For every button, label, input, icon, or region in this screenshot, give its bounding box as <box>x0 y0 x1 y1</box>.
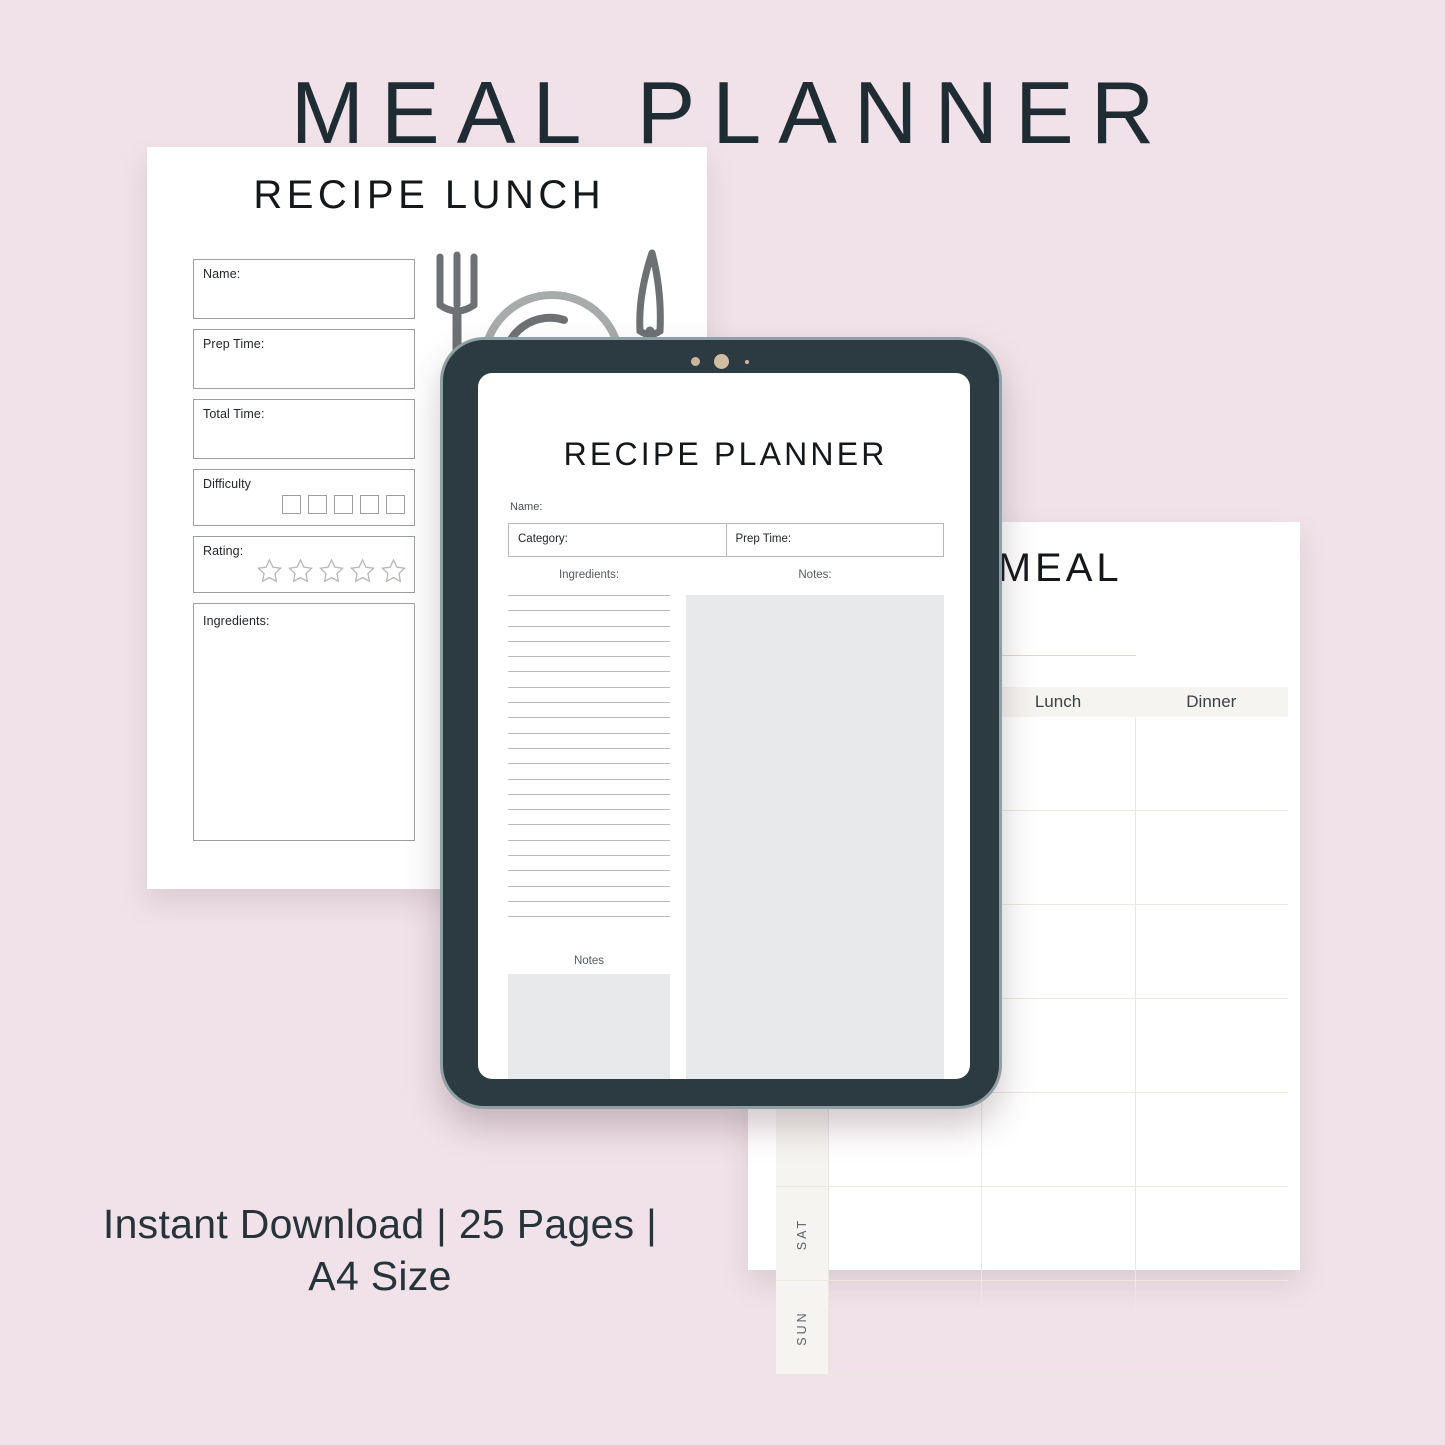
tablet-bezel: RECIPE PLANNER Name: Category: Prep Time… <box>440 337 1002 1109</box>
table-cell[interactable] <box>982 1281 1136 1374</box>
planner-category-prep-row: Category: Prep Time: <box>508 523 944 557</box>
difficulty-field[interactable]: Difficulty <box>193 469 415 526</box>
table-cell[interactable] <box>1136 1187 1288 1280</box>
planner-category-field[interactable]: Category: <box>509 524 727 556</box>
ingredient-line[interactable] <box>508 656 670 658</box>
name-field-label: Name: <box>203 267 241 281</box>
column-header-dinner: Dinner <box>1186 692 1237 711</box>
day-label-cell-sat: SAT <box>776 1187 829 1280</box>
difficulty-checkbox[interactable] <box>308 495 327 514</box>
planner-category-label: Category: <box>518 533 568 545</box>
ingredient-line[interactable] <box>508 717 670 719</box>
difficulty-checkbox[interactable] <box>360 495 379 514</box>
planner-prep-time-field[interactable]: Prep Time: <box>727 524 944 556</box>
planner-ingredients-label: Ingredients: <box>558 569 620 581</box>
planner-name-label: Name: <box>510 501 543 513</box>
ingredient-line[interactable] <box>508 793 670 795</box>
planner-notes-small-label: Notes <box>573 955 605 967</box>
ingredient-line[interactable] <box>508 885 670 887</box>
poster-canvas: MEAL PLANNER RECIPE LUNCH Name: Prep Tim… <box>0 0 1445 1445</box>
ingredient-line[interactable] <box>508 778 670 780</box>
table-cell[interactable] <box>982 905 1136 998</box>
ingredients-field-label: Ingredients: <box>203 614 270 628</box>
ingredient-line[interactable] <box>508 640 670 642</box>
difficulty-checkbox[interactable] <box>282 495 301 514</box>
column-header-lunch: Lunch <box>1034 692 1082 711</box>
table-cell[interactable] <box>1136 717 1288 810</box>
table-row: SUN <box>776 1281 1288 1375</box>
table-cell[interactable] <box>829 1187 983 1280</box>
recipe-lunch-fields: Name: Prep Time: Total Time: Difficulty <box>193 259 415 851</box>
ingredient-line[interactable] <box>508 870 670 872</box>
planner-prep-time-label: Prep Time: <box>735 533 792 545</box>
ingredient-line[interactable] <box>508 809 670 811</box>
name-field[interactable]: Name: <box>193 259 415 319</box>
tablet-sensor-cluster <box>691 354 751 369</box>
planner-notes-label: Notes: <box>798 569 832 581</box>
star-icon[interactable] <box>317 557 346 585</box>
table-cell[interactable] <box>1136 999 1288 1092</box>
rating-star-group[interactable] <box>255 557 408 585</box>
footer-caption-line2: A4 Size <box>308 1253 452 1300</box>
planner-notes-small-box[interactable] <box>508 974 670 1079</box>
planner-notes-big-box[interactable] <box>686 595 944 1079</box>
ingredient-line[interactable] <box>508 900 670 902</box>
tablet-device: RECIPE PLANNER Name: Category: Prep Time… <box>440 337 1002 1109</box>
table-cell[interactable] <box>982 1093 1136 1186</box>
footer-caption: Instant Download | 25 Pages | A4 Size <box>60 1198 700 1303</box>
planner-ingredient-lines[interactable] <box>508 595 670 932</box>
star-icon[interactable] <box>379 557 408 585</box>
prep-time-field[interactable]: Prep Time: <box>193 329 415 389</box>
table-cell[interactable] <box>1136 1281 1288 1374</box>
ingredient-line[interactable] <box>508 686 670 688</box>
total-time-field[interactable]: Total Time: <box>193 399 415 459</box>
day-label-sun: SUN <box>795 1309 809 1346</box>
table-cell[interactable] <box>1136 811 1288 904</box>
table-cell[interactable] <box>982 1187 1136 1280</box>
table-cell[interactable] <box>982 811 1136 904</box>
table-row: SAT <box>776 1187 1288 1281</box>
recipe-planner-title: RECIPE PLANNER <box>563 436 888 472</box>
ingredient-line[interactable] <box>508 855 670 857</box>
ingredient-line[interactable] <box>508 610 670 612</box>
day-label-cell-sun: SUN <box>776 1281 829 1374</box>
ingredient-line[interactable] <box>508 824 670 826</box>
table-cell[interactable] <box>1136 905 1288 998</box>
difficulty-checkbox[interactable] <box>386 495 405 514</box>
ingredient-line[interactable] <box>508 916 670 918</box>
ingredient-line[interactable] <box>508 671 670 673</box>
ingredient-line[interactable] <box>508 747 670 749</box>
ingredient-line[interactable] <box>508 595 670 596</box>
prep-time-field-label: Prep Time: <box>203 337 265 351</box>
ingredients-field[interactable]: Ingredients: <box>193 603 415 841</box>
difficulty-field-label: Difficulty <box>203 477 252 491</box>
rating-field-label: Rating: <box>203 544 244 558</box>
star-icon[interactable] <box>348 557 377 585</box>
table-cell[interactable] <box>982 999 1136 1092</box>
difficulty-checkbox[interactable] <box>334 495 353 514</box>
tablet-screen[interactable]: RECIPE PLANNER Name: Category: Prep Time… <box>478 373 970 1079</box>
camera-sensor-small-icon <box>691 357 700 366</box>
camera-lens-icon <box>714 354 729 369</box>
star-icon[interactable] <box>255 557 284 585</box>
difficulty-checkbox-group[interactable] <box>282 495 405 514</box>
table-cell[interactable] <box>1136 1093 1288 1186</box>
camera-sensor-dark-icon <box>743 357 751 366</box>
table-cell[interactable] <box>829 1281 983 1374</box>
ingredient-line[interactable] <box>508 625 670 627</box>
recipe-lunch-title: RECIPE LUNCH <box>253 173 606 217</box>
total-time-field-label: Total Time: <box>203 407 265 421</box>
ingredient-line[interactable] <box>508 702 670 704</box>
table-cell[interactable] <box>982 717 1136 810</box>
ingredient-line[interactable] <box>508 839 670 841</box>
day-label-sat: SAT <box>795 1217 809 1250</box>
star-icon[interactable] <box>286 557 315 585</box>
ingredient-line[interactable] <box>508 763 670 765</box>
rating-field[interactable]: Rating: <box>193 536 415 593</box>
footer-caption-line1: Instant Download | 25 Pages | <box>102 1201 658 1247</box>
ingredient-line[interactable] <box>508 732 670 734</box>
